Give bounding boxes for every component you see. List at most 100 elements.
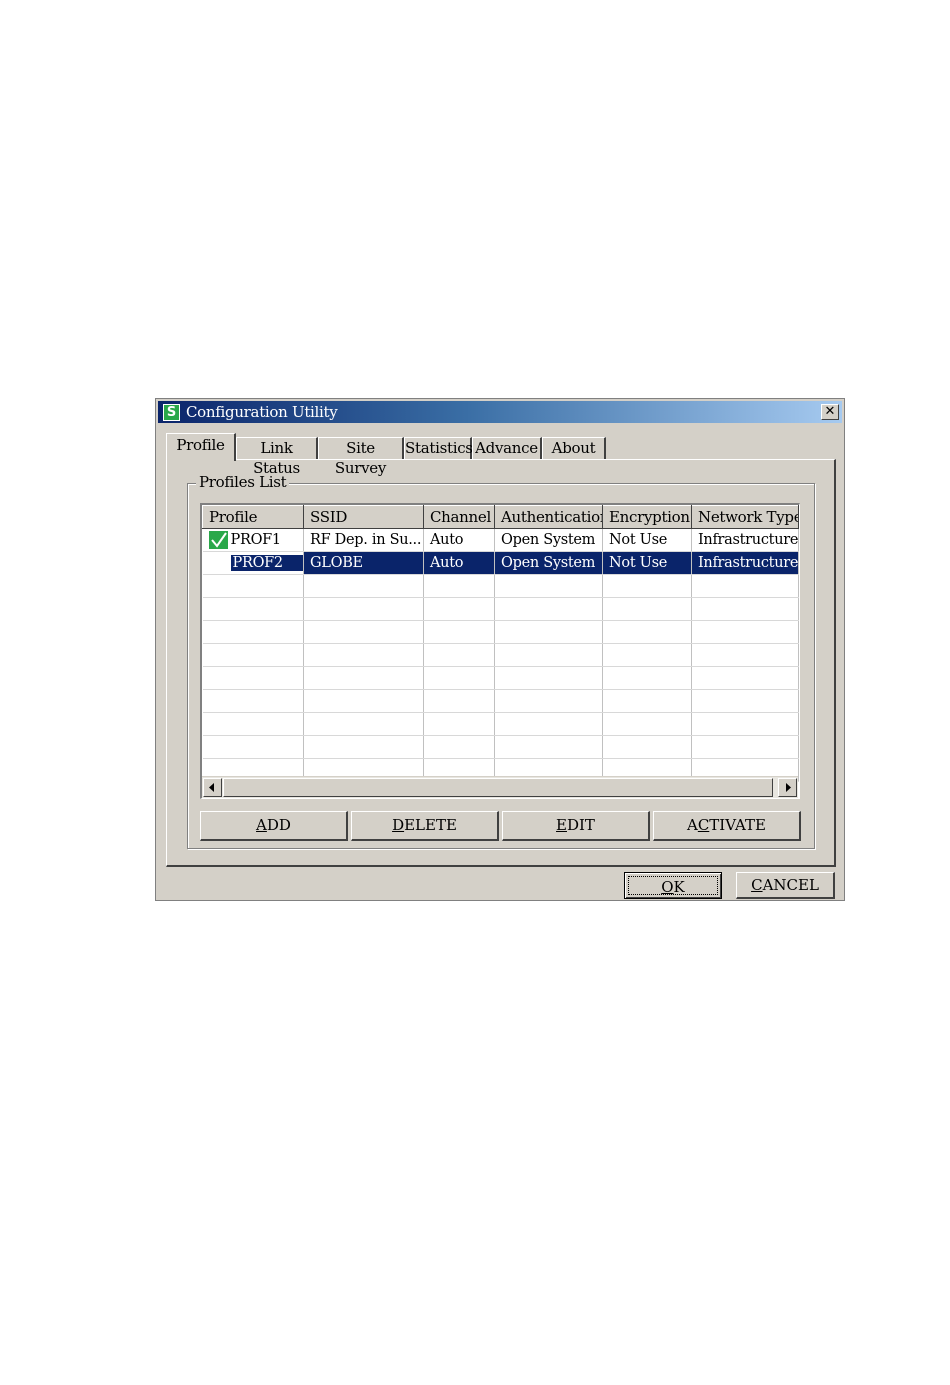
empty-cell (202, 643, 304, 667)
cell-profile: PROF2 (202, 551, 304, 575)
add-button[interactable]: ADD (200, 811, 348, 841)
empty-table-row (202, 597, 799, 621)
edit-button[interactable]: EDIT (502, 811, 650, 841)
empty-cell (602, 597, 692, 621)
empty-cell (303, 574, 424, 598)
configuration-utility-window: S Configuration Utility ✕ Profile Link S… (155, 398, 845, 901)
scroll-thumb[interactable] (223, 778, 773, 797)
cell-encryption: Not Use (602, 551, 692, 575)
title-bar[interactable]: S Configuration Utility ✕ (158, 401, 842, 423)
app-icon: S (163, 404, 180, 421)
empty-cell (423, 735, 495, 759)
empty-cell (691, 597, 799, 621)
green-check-icon (208, 531, 228, 549)
delete-button[interactable]: DELETE (351, 811, 499, 841)
tab-profile[interactable]: Profile (166, 433, 236, 461)
empty-cell (602, 735, 692, 759)
empty-cell (423, 643, 495, 667)
empty-cell (202, 574, 304, 598)
column-header-authentication[interactable]: Authentication (494, 505, 603, 529)
column-header-network-type[interactable]: Network Type (691, 505, 799, 529)
empty-cell (494, 689, 603, 713)
empty-cell (494, 643, 603, 667)
table-row[interactable]: PROF1 RF Dep. in Su... Auto Open System … (202, 528, 799, 552)
empty-cell (602, 643, 692, 667)
column-header-encryption[interactable]: Encryption (602, 505, 692, 529)
empty-cell (494, 712, 603, 736)
empty-table-row (202, 712, 799, 736)
arrow-left-icon (209, 783, 214, 792)
cell-authentication: Open System (494, 528, 603, 552)
ok-button[interactable]: OK (624, 872, 722, 899)
table-row-selected[interactable]: PROF2 GLOBE Auto Open System Not Use Inf… (202, 551, 799, 575)
tab-about[interactable]: About (542, 437, 606, 459)
profile-name: PROF1 (230, 532, 282, 548)
profiles-table: Profile SSID Channel Authentication Encr… (202, 505, 799, 782)
table-header-row: Profile SSID Channel Authentication Encr… (202, 505, 799, 529)
empty-cell (691, 735, 799, 759)
empty-cell (202, 597, 304, 621)
empty-cell (691, 574, 799, 598)
empty-rows (202, 574, 799, 782)
empty-cell (423, 574, 495, 598)
empty-table-row (202, 666, 799, 690)
empty-cell (691, 620, 799, 644)
empty-cell (202, 666, 304, 690)
column-header-profile[interactable]: Profile (202, 505, 304, 529)
cancel-button[interactable]: CANCEL (736, 872, 835, 899)
empty-cell (494, 620, 603, 644)
cell-channel: Auto (423, 528, 495, 552)
empty-cell (303, 597, 424, 621)
empty-cell (494, 574, 603, 598)
empty-cell (423, 620, 495, 644)
cell-ssid: RF Dep. in Su... (303, 528, 424, 552)
empty-cell (202, 620, 304, 644)
activate-button[interactable]: ACTIVATE (653, 811, 801, 841)
empty-cell (303, 689, 424, 713)
empty-table-row (202, 643, 799, 667)
profile-name: PROF2 (230, 555, 303, 571)
empty-cell (423, 597, 495, 621)
empty-cell (303, 643, 424, 667)
column-header-ssid[interactable]: SSID (303, 505, 424, 529)
horizontal-scrollbar[interactable] (202, 776, 798, 798)
empty-cell (602, 620, 692, 644)
empty-status-icon (209, 554, 228, 572)
cell-authentication: Open System (494, 551, 603, 575)
empty-cell (602, 666, 692, 690)
empty-cell (494, 597, 603, 621)
empty-cell (691, 666, 799, 690)
empty-cell (303, 666, 424, 690)
tab-link-status[interactable]: Link Status (236, 437, 318, 477)
window-title: Configuration Utility (186, 403, 338, 421)
cell-network-type: Infrastructure (691, 528, 799, 552)
arrow-right-icon (786, 783, 791, 792)
profiles-list-label: Profiles List (196, 473, 290, 491)
empty-table-row (202, 620, 799, 644)
empty-cell (602, 689, 692, 713)
empty-cell (202, 712, 304, 736)
empty-table-row (202, 574, 799, 598)
scroll-right-button[interactable] (778, 778, 797, 797)
profiles-list-group: Profiles List Profile SSID Channel Authe… (187, 473, 815, 849)
scroll-left-button[interactable] (203, 778, 222, 797)
empty-cell (423, 712, 495, 736)
tab-statistics[interactable]: Statistics (404, 437, 473, 459)
empty-cell (602, 574, 692, 598)
cell-ssid: GLOBE (303, 551, 424, 575)
empty-cell (303, 735, 424, 759)
tab-site-survey[interactable]: Site Survey (318, 437, 404, 477)
profile-tab-panel: Profiles List Profile SSID Channel Authe… (166, 459, 836, 867)
profiles-list-view[interactable]: Profile SSID Channel Authentication Encr… (200, 503, 800, 799)
empty-cell (202, 735, 304, 759)
cell-network-type: Infrastructure (691, 551, 799, 575)
close-button[interactable]: ✕ (821, 404, 839, 420)
column-header-channel[interactable]: Channel (423, 505, 495, 529)
empty-cell (691, 712, 799, 736)
cell-channel: Auto (423, 551, 495, 575)
empty-cell (691, 689, 799, 713)
empty-table-row (202, 689, 799, 713)
empty-cell (303, 712, 424, 736)
empty-cell (423, 689, 495, 713)
tab-advance[interactable]: Advance (472, 437, 542, 459)
